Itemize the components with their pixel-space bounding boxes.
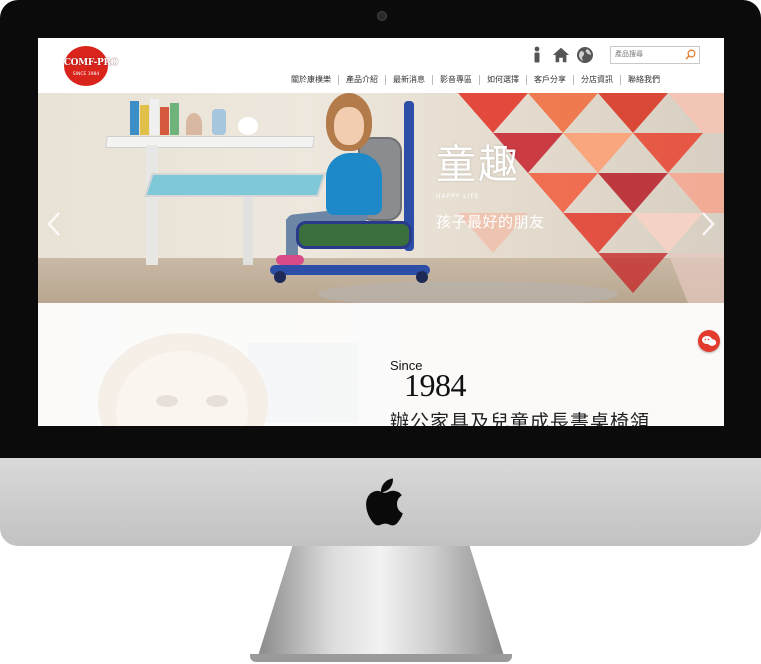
chevron-right-icon[interactable] [700, 211, 716, 237]
about-section: Since 1984 辦公家具及兒童成長書桌椅領 [38, 303, 724, 426]
site-header: COMF-PRO SINCE 1984 關於康樸樂 產品介紹 最新消息 [38, 38, 724, 93]
hero-subtitle: 孩子最好的朋友 [436, 213, 545, 231]
chat-bubble-icon [702, 336, 717, 346]
hero-bookshelf [126, 95, 276, 135]
hero-chair-caster [274, 271, 286, 283]
nav-item-news[interactable]: 最新消息 [385, 75, 432, 85]
nav-item-how-to-choose[interactable]: 如何選擇 [479, 75, 526, 85]
about-photo [38, 303, 398, 426]
monitor-stand [258, 546, 504, 656]
nav-item-about[interactable]: 關於康樸樂 [284, 75, 338, 85]
monitor-chin [0, 458, 761, 546]
hero-child-face [334, 107, 364, 145]
hero-chair-base [270, 265, 430, 275]
nav-item-stores[interactable]: 分店資訊 [573, 75, 620, 85]
camera-dot [377, 11, 387, 21]
apple-logo-icon [366, 478, 403, 526]
nav-item-products[interactable]: 產品介紹 [338, 75, 385, 85]
search-box [610, 46, 700, 64]
chat-button[interactable] [698, 330, 720, 352]
hero-slogan: 童趣 [436, 142, 520, 188]
nav-item-contact[interactable]: 聯絡我們 [620, 75, 667, 85]
header-icons [528, 44, 594, 66]
hero-desk-leg [146, 145, 158, 265]
home-icon[interactable] [552, 46, 570, 64]
hero-desk-board [144, 173, 326, 197]
about-tagline: 辦公家具及兒童成長書桌椅領 [390, 411, 651, 426]
chevron-left-icon[interactable] [46, 211, 62, 237]
hero-desk-top [105, 136, 315, 148]
website-screen: COMF-PRO SINCE 1984 關於康樸樂 產品介紹 最新消息 [38, 38, 724, 426]
hero-desk-leg [243, 193, 253, 265]
nav-item-testimonials[interactable]: 客戶分享 [526, 75, 573, 85]
main-nav: 關於康樸樂 產品介紹 最新消息 影音專區 如何選擇 客戶分享 分店資訊 聯絡我們 [284, 73, 667, 87]
search-input[interactable] [611, 47, 689, 61]
hero-chair-seat [296, 221, 412, 249]
hero-child-body [326, 153, 382, 215]
logo-brand: COMF-PRO [63, 58, 119, 68]
site-logo[interactable]: COMF-PRO SINCE 1984 [56, 46, 126, 86]
since-year: 1984 [404, 367, 467, 403]
hero-slogan-en: HAPPY LIFE [436, 193, 480, 200]
person-icon[interactable] [528, 46, 546, 64]
monitor-stand-base [250, 654, 512, 662]
nav-item-media[interactable]: 影音專區 [432, 75, 479, 85]
hero-child-shoe [276, 255, 304, 265]
search-icon[interactable] [684, 48, 697, 61]
globe-icon[interactable] [576, 46, 594, 64]
hero-carousel: 童趣 HAPPY LIFE 孩子最好的朋友 [38, 93, 724, 303]
logo-since: SINCE 1984 [72, 72, 100, 77]
